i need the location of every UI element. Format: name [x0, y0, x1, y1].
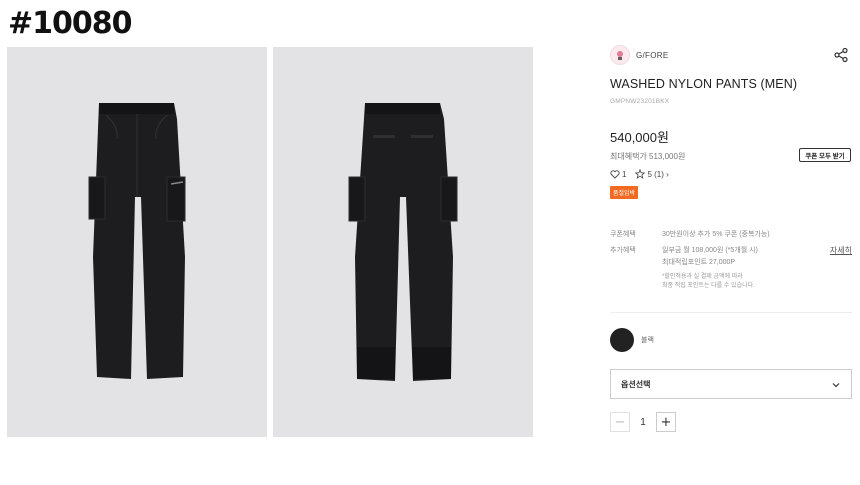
points-note-1: *할인적용과 실 결제 금액에 따라: [662, 274, 743, 280]
coupon-benefit-value: 30만원이상 추가 5% 쿠폰 (중복가능): [662, 231, 770, 238]
rating-text: 5 (1) ›: [647, 169, 669, 179]
low-stock-badge: 품절임박: [610, 186, 639, 199]
section-divider: [610, 312, 852, 313]
coupon-download-button[interactable]: 쿠폰 모두 받기: [799, 148, 851, 162]
extra-benefit-label: 추가혜택: [610, 247, 636, 254]
benefit-info: 쿠폰혜택 30만원이상 추가 5% 쿠폰 (중복가능) 추가혜택 일부금 월 1…: [610, 229, 852, 291]
pants-back-illustration: [348, 103, 458, 381]
heart-icon: [610, 169, 620, 179]
max-points-text: 최대적립포인트 27,000P: [662, 259, 736, 266]
quantity-increase-button[interactable]: +: [656, 412, 676, 432]
benefit-detail-link[interactable]: 자세히: [830, 245, 852, 256]
product-title: WASHED NYLON PANTS (MEN): [610, 77, 798, 91]
rating-link[interactable]: 5 (1) ›: [635, 169, 669, 179]
quantity-decrease-button[interactable]: −: [610, 412, 630, 432]
quantity-stepper: − 1 +: [610, 412, 676, 432]
pants-front-illustration: [88, 103, 186, 379]
coupon-benefit-row: 쿠폰혜택 30만원이상 추가 5% 쿠폰 (중복가능): [610, 229, 852, 241]
coupon-benefit-label: 쿠폰혜택: [610, 231, 636, 238]
star-icon: [635, 169, 646, 179]
product-image-back[interactable]: [273, 47, 533, 437]
brand-logo-icon[interactable]: [610, 45, 630, 65]
quantity-value: 1: [640, 416, 646, 428]
like-control[interactable]: 1: [610, 170, 626, 179]
product-image-front[interactable]: [7, 47, 267, 437]
brand-row[interactable]: G/FORE: [610, 44, 852, 66]
like-count: 1: [622, 169, 627, 179]
points-note-2: 최종 적립 포인트는 다를 수 있습니다.: [662, 283, 755, 289]
product-meta-row: 1 5 (1) ›: [610, 169, 852, 179]
share-icon[interactable]: [833, 47, 849, 63]
option-select[interactable]: 옵션선택: [610, 369, 852, 399]
extra-benefit-row: 추가혜택 일부금 월 108,000원 (*5개월 시) 최대적립포인트 27,…: [610, 245, 852, 291]
chevron-down-icon: [832, 383, 840, 388]
image-tag-number: #10080: [8, 6, 133, 41]
installment-text: 일부금 월 108,000원 (*5개월 시): [662, 247, 758, 254]
option-select-label: 옵션선택: [621, 379, 651, 389]
color-swatch-black[interactable]: [610, 328, 634, 352]
product-code: GMPNW23201BKX: [610, 98, 670, 105]
product-price: 540,000원: [610, 130, 669, 145]
product-detail-panel: G/FORE WASHED NYLON PANTS (MEN) GMPNW232…: [610, 44, 852, 432]
color-name: 블랙: [641, 337, 654, 344]
brand-name[interactable]: G/FORE: [636, 51, 668, 60]
